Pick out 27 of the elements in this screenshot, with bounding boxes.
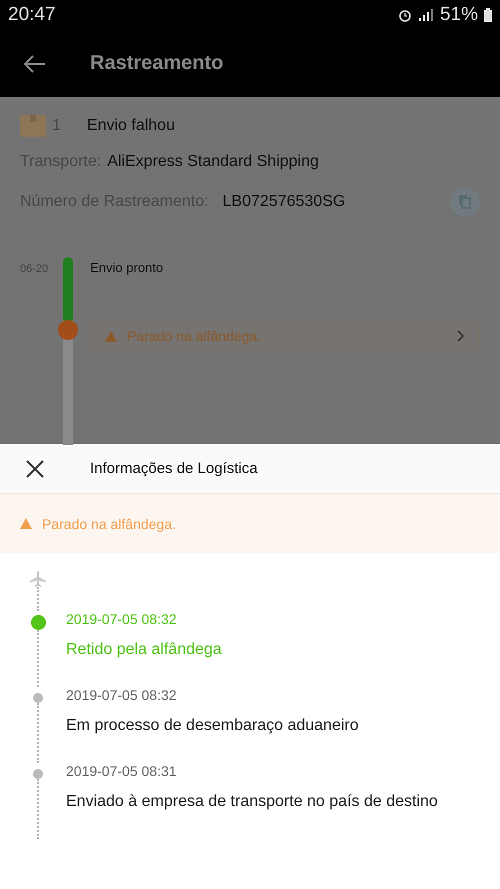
plane-icon — [30, 571, 46, 587]
sheet-title: Informações de Logística — [90, 460, 258, 477]
event-time: 2019-07-05 08:31 — [66, 763, 178, 779]
package-status: Envio falhou — [86, 117, 175, 135]
tracking-number: LB072576530SG — [222, 193, 346, 211]
alarm-icon — [398, 8, 412, 22]
warning-icon — [105, 330, 118, 342]
chevron-icon — [457, 330, 465, 342]
signal-icon — [418, 9, 434, 21]
close-icon[interactable] — [26, 460, 44, 478]
status-time: 20:47 — [8, 4, 56, 26]
event-description: Em processo de desembaraço aduaneiro — [66, 717, 359, 735]
battery-icon — [484, 8, 492, 22]
back-icon[interactable] — [24, 54, 46, 72]
page-title: Rastreamento — [90, 52, 224, 75]
warning-icon — [20, 518, 32, 529]
event-time: 2019-07-05 08:32 — [66, 611, 178, 627]
box-icon — [20, 115, 46, 137]
battery-level: 51% — [440, 4, 478, 26]
event-description: Enviado à empresa de transporte no país de destino — [66, 793, 438, 811]
alert-text: Parado na alfândega. — [42, 516, 176, 532]
event-description: Retido pela alfândega — [66, 641, 222, 659]
event-text: Envio pronto — [90, 260, 164, 275]
event-time: 2019-07-05 08:32 — [66, 687, 178, 703]
copy-icon — [459, 195, 471, 209]
customs-alert[interactable]: Parado na alfândega. — [90, 321, 480, 351]
carrier-name: AliExpress Standard Shipping — [107, 153, 319, 171]
